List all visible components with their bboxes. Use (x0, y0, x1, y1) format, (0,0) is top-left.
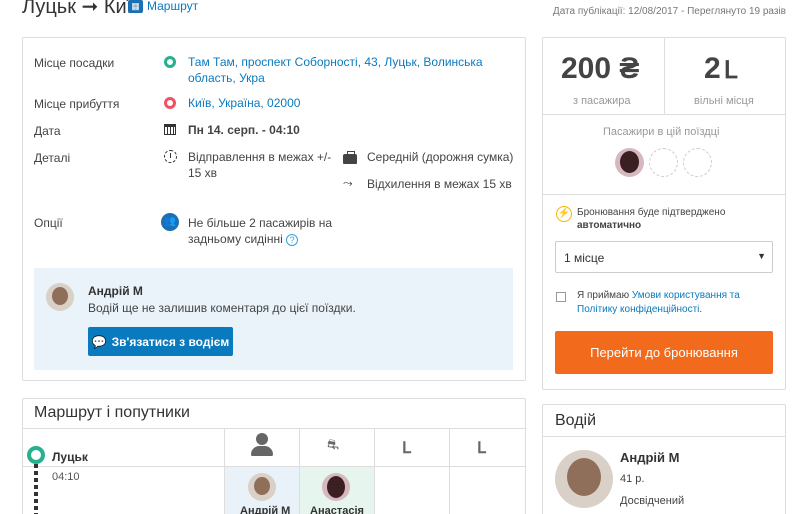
price-value: 200 ₴ (561, 52, 640, 85)
lightning-icon: ⚡ (556, 206, 572, 222)
terms-checkbox[interactable] (556, 292, 566, 302)
price-divider (664, 38, 665, 114)
driver-age: 41 р. (620, 473, 645, 485)
route-title: Луцьк ➞ Київ (22, 0, 143, 18)
driver-divider (543, 436, 785, 437)
seat-count-value: 1 місце (564, 251, 605, 265)
contact-driver-button[interactable]: 💬 Зв'язатися з водієм (88, 327, 233, 356)
passenger-name: Анастасія (310, 505, 364, 514)
map-link-label: Маршрут (147, 0, 199, 13)
chat-icon: 💬 (91, 334, 107, 349)
date-value: Пн 14. серп. - 04:10 (188, 123, 300, 137)
date-label: Дата (34, 124, 61, 138)
seats-label: вільні місця (694, 95, 754, 107)
booking-divider (543, 114, 785, 115)
detour-icon: ⤳ (343, 176, 353, 190)
route-divider (22, 428, 526, 429)
comment-author: Андрій М (88, 284, 143, 298)
terms-prefix: Я приймаю (577, 290, 630, 301)
driver-avatar[interactable] (555, 450, 613, 508)
seat-count-select[interactable]: 1 місце ▼ (555, 241, 773, 273)
passenger-thumb[interactable] (615, 148, 644, 177)
departure-window: Відправлення в межах +/- 15 хв (188, 150, 332, 180)
route-driver-avatar[interactable] (248, 473, 276, 501)
route-stop-name: Луцьк (52, 450, 88, 464)
detour-value: Відхилення в межах 15 хв (367, 177, 512, 191)
free-seat-icon: ᒪ (477, 440, 486, 457)
route-timeline (34, 464, 38, 514)
driver-experience: Досвідчений (620, 495, 685, 507)
calendar-icon (164, 124, 176, 135)
passengers-title: Пасажири в цій поїздці (603, 126, 720, 138)
route-start-marker (27, 446, 45, 464)
passengers-icon: 👥 (161, 213, 179, 231)
occupied-seat-icon: ⛐ (327, 436, 340, 452)
driver-name[interactable]: Андрій М (620, 450, 679, 465)
auto-confirm-bold: автоматично (577, 220, 642, 231)
arrival-marker-icon (164, 97, 176, 109)
publication-info: Дата публікації: 12/08/2017 - Переглянут… (552, 6, 786, 17)
route-driver-name: Андрій М (240, 505, 291, 514)
clock-icon (164, 150, 177, 163)
route-stop-time: 04:10 (52, 471, 80, 483)
free-seat-icon: ᒪ (402, 440, 411, 457)
empty-seat-thumb (683, 148, 712, 177)
booking-divider (543, 194, 785, 195)
driver-card-title: Водій (555, 412, 597, 429)
passenger-avatar[interactable] (322, 473, 350, 501)
seat-icon: ᒪ (723, 57, 738, 84)
options-value: Не більше 2 пасажирів на задньому сидінн… (188, 215, 338, 247)
help-icon[interactable]: ? (286, 233, 299, 246)
chevron-down-icon: ▼ (757, 251, 766, 261)
contact-driver-label: Зв'язатися з водієм (111, 334, 230, 349)
auto-confirm-text: Бронювання буде підтверджено автоматично (577, 206, 725, 232)
terms-text: Я приймаю Умови користування та Політику… (577, 290, 740, 315)
luggage-value: Середній (дорожня сумка) (367, 150, 514, 164)
price-label: з пасажира (573, 95, 631, 107)
route-card-title: Маршрут і попутники (34, 404, 190, 421)
seats-display: 2 ᒪ (704, 52, 737, 86)
book-button[interactable]: Перейти до бронювання (555, 331, 773, 374)
seats-value: 2 (704, 52, 721, 85)
arrival-link[interactable]: Київ, Україна, 02000 (188, 95, 300, 111)
driver-seat-icon (251, 433, 273, 457)
pickup-link[interactable]: Там Там, проспект Соборності, 43, Луцьк,… (188, 54, 488, 86)
pickup-label: Місце посадки (34, 56, 115, 70)
map-icon: ▦ (128, 0, 143, 13)
auto-confirm-prefix: Бронювання буде підтверджено (577, 207, 726, 218)
route-col-divider (374, 428, 375, 514)
comment-text: Водій ще не залишив коментаря до цієї по… (88, 301, 356, 315)
empty-seat-thumb (649, 148, 678, 177)
luggage-icon (343, 151, 357, 164)
driver-avatar-small[interactable] (46, 283, 74, 311)
options-text: Не більше 2 пасажирів на задньому сидінн… (188, 216, 333, 246)
details-label: Деталі (34, 151, 71, 165)
pickup-marker-icon (164, 56, 176, 68)
map-link[interactable]: ▦ Маршрут (128, 0, 198, 13)
route-col-divider (449, 428, 450, 514)
arrival-label: Місце прибуття (34, 97, 120, 111)
options-label: Опції (34, 216, 63, 230)
